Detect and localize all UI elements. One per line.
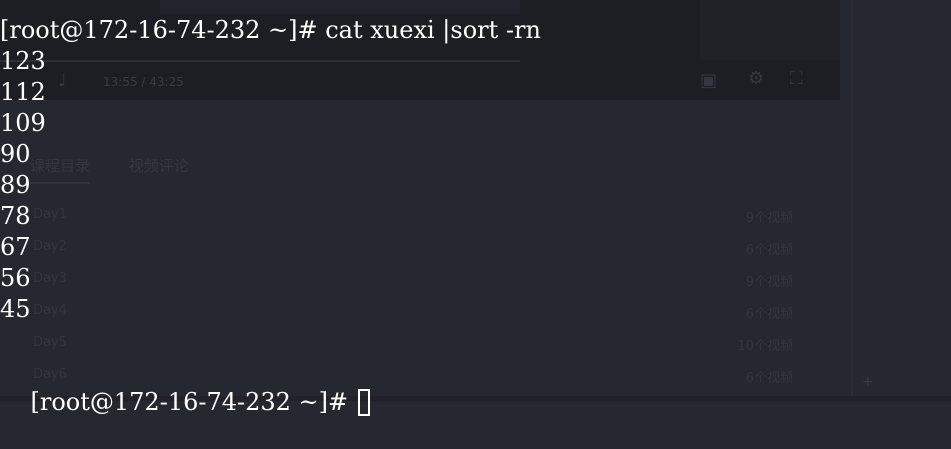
output-line: 90 bbox=[0, 140, 31, 168]
prompt-line[interactable]: [root@172-16-74-232 ~]# bbox=[0, 356, 370, 416]
shell-prompt: [root@172-16-74-232 ~]# bbox=[30, 388, 356, 416]
output-line: 123 bbox=[0, 47, 46, 75]
output-line: 78 bbox=[0, 202, 31, 230]
terminal-window[interactable]: [root@172-16-74-232 ~]# cat xuexi |sort … bbox=[0, 0, 951, 416]
output-line: 56 bbox=[0, 264, 31, 292]
output-line: 112 bbox=[0, 78, 46, 106]
command-line: [root@172-16-74-232 ~]# cat xuexi |sort … bbox=[0, 16, 541, 44]
output-line: 67 bbox=[0, 233, 31, 261]
output-line: 89 bbox=[0, 171, 31, 199]
output-line: 45 bbox=[0, 295, 31, 323]
text-cursor bbox=[357, 389, 370, 416]
output-line: 109 bbox=[0, 109, 46, 137]
